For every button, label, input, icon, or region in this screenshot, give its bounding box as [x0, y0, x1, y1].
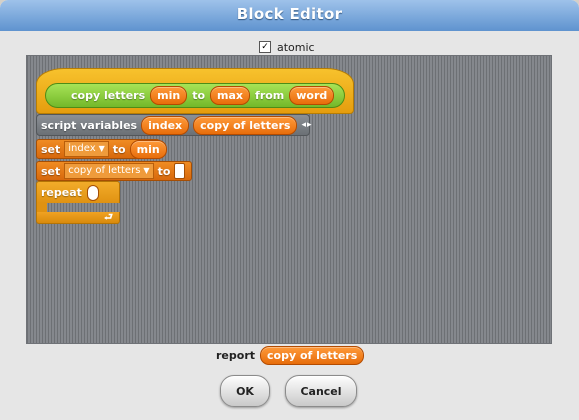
proto-label-to: to: [192, 89, 206, 102]
title-bar[interactable]: Block Editor: [0, 0, 579, 31]
set-copy-of-letters-block[interactable]: set copy of letters ▼ to: [36, 161, 192, 181]
variable-dropdown-copy-of-letters[interactable]: copy of letters ▼: [64, 163, 154, 179]
dropdown-value: copy of letters: [68, 165, 141, 176]
var-copy-of-letters[interactable]: copy of letters: [193, 115, 298, 135]
param-min[interactable]: min: [150, 86, 188, 105]
repeat-label: repeat: [41, 186, 82, 199]
repeat-block-arm: [36, 203, 47, 212]
atomic-label: atomic: [277, 40, 315, 54]
atomic-checkbox[interactable]: ✓: [259, 41, 271, 53]
ok-button[interactable]: OK: [220, 375, 270, 407]
repeat-block[interactable]: repeat: [36, 181, 120, 203]
script-variables-label: script variables: [41, 118, 138, 132]
repeat-block-bottom[interactable]: ⮐: [36, 212, 120, 224]
set-label: set: [41, 164, 61, 178]
set-index-block[interactable]: set index ▼ to min: [36, 139, 167, 159]
value-min[interactable]: min: [129, 139, 167, 159]
dialog-title: Block Editor: [236, 5, 343, 23]
check-icon: ✓: [261, 42, 269, 52]
to-label: to: [112, 142, 126, 156]
variable-arrows[interactable]: ◂ ▸: [301, 120, 311, 130]
variable-dropdown-index[interactable]: index ▼: [64, 141, 109, 157]
cancel-button[interactable]: Cancel: [285, 375, 357, 407]
report-value[interactable]: copy of letters: [260, 345, 365, 365]
arrow-right-icon[interactable]: ▸: [307, 120, 312, 130]
to-label: to: [157, 164, 171, 178]
repeat-count-slot[interactable]: [86, 184, 99, 201]
empty-input-slot[interactable]: [174, 163, 186, 179]
report-row: report copy of letters: [216, 345, 365, 365]
proto-label-copy-letters: copy letters: [71, 89, 146, 102]
block-prototype[interactable]: copy letters min to max from word: [45, 83, 345, 108]
set-label: set: [41, 142, 61, 156]
dropdown-value: index: [68, 143, 96, 154]
report-label: report: [216, 348, 255, 362]
block-editor-dialog: Block Editor ✓ atomic copy letters min t…: [0, 0, 579, 420]
chevron-down-icon: ▼: [98, 144, 105, 153]
chevron-down-icon: ▼: [143, 166, 150, 175]
param-word[interactable]: word: [289, 86, 335, 105]
param-max[interactable]: max: [210, 86, 251, 105]
arrow-left-icon[interactable]: ◂: [301, 120, 306, 130]
var-index[interactable]: index: [141, 115, 190, 135]
atomic-option[interactable]: ✓ atomic: [259, 40, 315, 54]
proto-label-from: from: [255, 89, 285, 102]
script-variables-block[interactable]: script variables index copy of letters ◂…: [36, 114, 312, 136]
loop-arrow-icon: ⮐: [104, 212, 113, 223]
